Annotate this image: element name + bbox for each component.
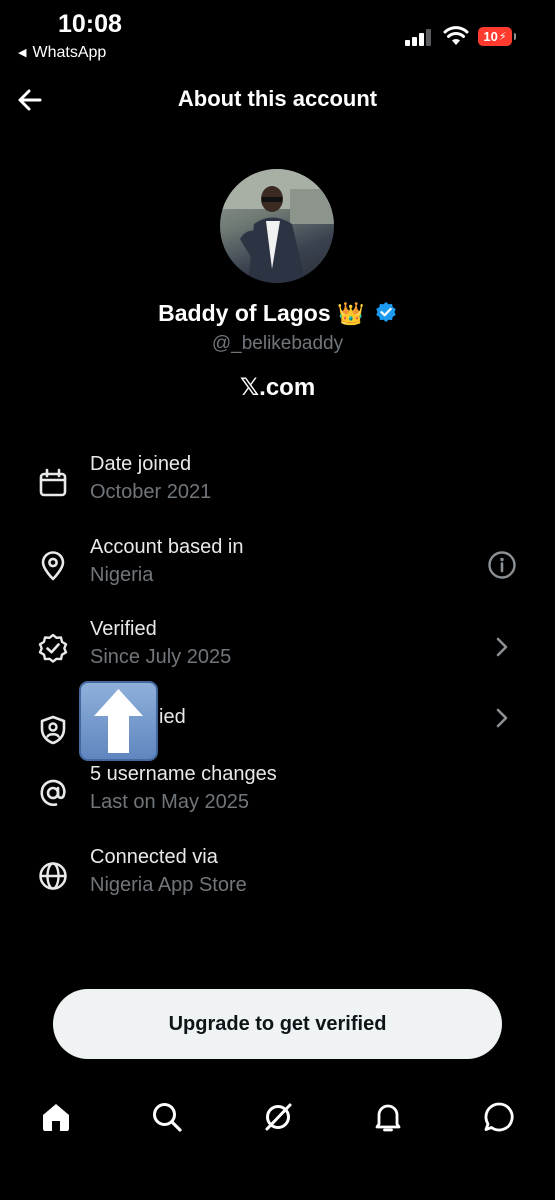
upgrade-button[interactable]: Upgrade to get verified (53, 989, 502, 1059)
back-to-app-link[interactable]: ◀ WhatsApp (18, 44, 106, 62)
chevron-right-icon (496, 637, 508, 657)
messages-icon[interactable] (482, 1100, 516, 1134)
bell-icon[interactable] (371, 1100, 405, 1134)
info-item-title: 5 username changes (90, 763, 277, 785)
profile-name-row: Baddy of Lagos 👑 (0, 300, 555, 327)
up-arrow-emoji (79, 681, 158, 761)
verified-badge-icon (376, 302, 396, 322)
shield-user-icon (40, 715, 66, 745)
header: About this account (0, 78, 555, 122)
crown-emoji: 👑 (337, 301, 365, 326)
location-pin-icon (41, 551, 65, 581)
globe-icon (39, 862, 67, 890)
info-item-date-joined: Date joined October 2021 (0, 453, 555, 513)
profile-handle: @_belikebaddy (211, 333, 344, 354)
calendar-icon (39, 468, 67, 497)
wifi-icon (443, 26, 469, 45)
profile-name: Baddy of Lagos (158, 300, 331, 326)
back-triangle-icon: ◀ (18, 47, 27, 59)
info-item-subtitle: Nigeria App Store (90, 874, 247, 896)
grok-icon[interactable] (261, 1100, 295, 1134)
info-icon[interactable] (487, 550, 517, 580)
status-time: 10:08 (58, 10, 122, 38)
cellular-signal-icon (405, 28, 435, 46)
info-item-account-based-in: Account based in Nigeria (0, 536, 555, 596)
info-item-verified[interactable]: Verified Since July 2025 (0, 618, 555, 678)
battery-icon: 10 ⚡ (478, 27, 516, 46)
bottom-tab-bar (0, 1090, 555, 1145)
info-item-title: Connected via (90, 846, 218, 868)
info-item-title: ied (159, 706, 186, 728)
info-item-subtitle: Since July 2025 (90, 646, 232, 668)
search-icon[interactable] (150, 1100, 184, 1134)
info-item-connected-via: Connected via Nigeria App Store (0, 846, 555, 906)
status-bar: 10:08 ◀ WhatsApp 10 ⚡ (0, 0, 555, 70)
verified-check-icon (38, 633, 68, 663)
info-item-title: Date joined (90, 453, 192, 475)
info-item-subtitle: Nigeria (90, 564, 154, 586)
profile-domain: 𝕏.com (239, 374, 316, 401)
info-item-subtitle: October 2021 (90, 481, 212, 503)
info-item-title: Verified (90, 618, 157, 640)
home-icon[interactable] (39, 1100, 73, 1134)
chevron-right-icon (496, 708, 508, 728)
info-item-username-changes: 5 username changes Last on May 2025 (0, 763, 555, 823)
info-item-subtitle: Last on May 2025 (90, 791, 249, 813)
avatar[interactable] (220, 169, 334, 283)
battery-level: 10 (483, 29, 498, 44)
back-app-label: WhatsApp (32, 44, 107, 61)
at-sign-icon (40, 779, 66, 807)
avatar-photo (220, 169, 334, 283)
info-item-title: Account based in (90, 536, 244, 558)
page-title: About this account (177, 86, 378, 111)
